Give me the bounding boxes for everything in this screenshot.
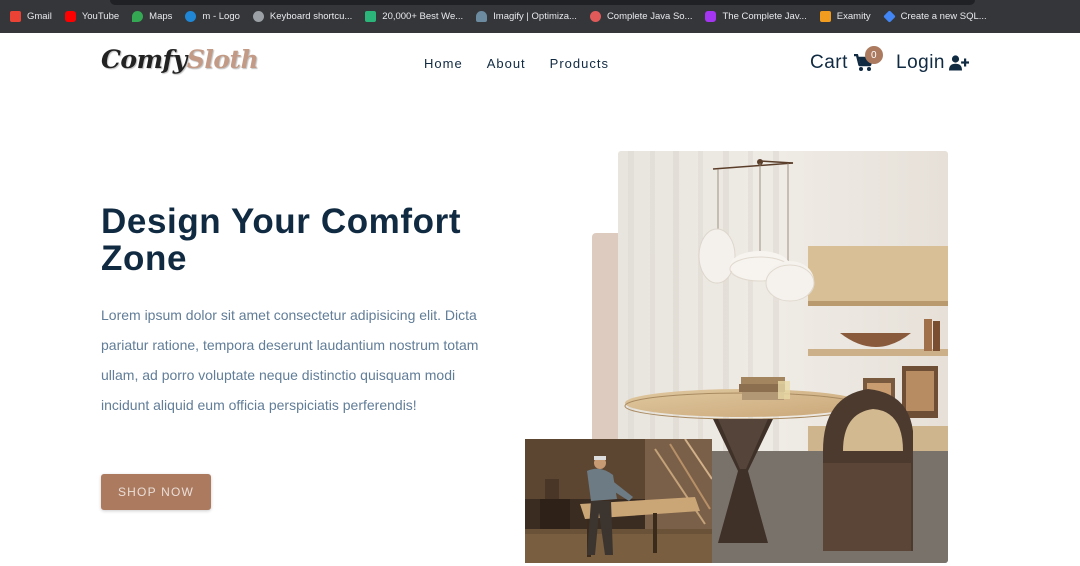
hero-title: Design Your Comfort Zone [101, 202, 462, 278]
bookmark-examity[interactable]: Examity [819, 11, 871, 22]
logo-text-comfy: Comfy [101, 45, 187, 74]
apple-icon [252, 11, 264, 22]
shop-now-button[interactable]: SHOP NOW [101, 474, 211, 510]
bookmark-m-logo[interactable]: m - Logo [185, 11, 240, 22]
cart-button[interactable]: Cart 0 [810, 46, 883, 74]
site-icon [365, 11, 377, 22]
youtube-icon [64, 11, 76, 22]
java-icon [589, 11, 601, 22]
bookmark-best-websites[interactable]: 20,000+ Best We... [365, 11, 463, 22]
nav-link-home[interactable]: Home [424, 56, 463, 71]
bookmark-complete-java[interactable]: Complete Java So... [589, 11, 692, 22]
login-button[interactable]: Login [896, 52, 969, 74]
tab-strip-edge [110, 0, 975, 5]
bookmark-gmail[interactable]: Gmail [10, 11, 52, 22]
cart-count-badge: 0 [865, 46, 883, 64]
bookmark-imagify[interactable]: Imagify | Optimiza... [476, 11, 577, 22]
nav-links: Home About Products [424, 56, 633, 71]
login-label: Login [896, 52, 945, 73]
bookmark-maps[interactable]: Maps [132, 11, 172, 22]
cart-label: Cart [810, 52, 848, 73]
bookmark-youtube[interactable]: YouTube [64, 11, 119, 22]
bookmark-the-complete-java[interactable]: The Complete Jav... [705, 11, 807, 22]
logo-text-sloth: Sloth [186, 45, 259, 74]
bookmark-keyboard-shortcuts[interactable]: Keyboard shortcu... [252, 11, 352, 22]
logo[interactable]: ComfySloth [101, 45, 259, 74]
user-plus-icon [949, 55, 969, 71]
navbar: ComfySloth Home About Products Cart 0 Lo… [0, 33, 1080, 95]
sql-icon [882, 10, 896, 23]
bookmarks-bar: Gmail YouTube Maps m - Logo Keyboard sho… [0, 0, 1080, 33]
nav-link-about[interactable]: About [487, 56, 526, 71]
nav-link-products[interactable]: Products [550, 56, 609, 71]
edge-icon [185, 11, 197, 22]
hero-description: Lorem ipsum dolor sit amet consectetur a… [101, 307, 479, 413]
bookmark-create-sql[interactable]: Create a new SQL... [882, 10, 987, 23]
hero-secondary-image [525, 439, 712, 563]
gmail-icon [10, 11, 21, 22]
maps-icon [132, 11, 144, 22]
imagify-icon [476, 11, 488, 22]
examity-icon [819, 11, 831, 22]
udemy-icon [705, 11, 717, 22]
